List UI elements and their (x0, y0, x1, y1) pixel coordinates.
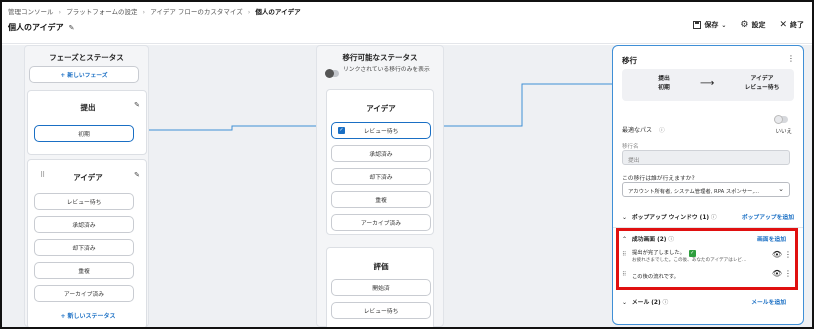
transition-name-field[interactable]: 提出 (622, 150, 790, 165)
edit-title-icon[interactable]: ✎ (69, 24, 75, 32)
info-icon: ⓘ (662, 300, 669, 306)
new-status-link[interactable]: + 新しいステータス (28, 311, 148, 320)
breadcrumb-item[interactable]: プラットフォームの設定 (66, 8, 137, 16)
status-pill-initial[interactable]: 初期 (34, 125, 134, 142)
linked-only-toggle-label: リンクされている移行のみを表示 (343, 67, 430, 73)
breadcrumb-separator-icon: › (58, 8, 62, 16)
target-status[interactable]: アーカイブ済み (331, 214, 431, 231)
add-mail-button[interactable]: メールを追加 (751, 297, 786, 306)
breadcrumb: 管理コンソール › プラットフォームの設定 › アイデア フローのカスタマイズ › 個… (8, 6, 303, 16)
to-status: レビュー待ち (744, 85, 780, 91)
linked-only-toggle[interactable] (325, 69, 339, 78)
optimal-path-row: 最適なパス ⓘ いいえ (622, 115, 794, 136)
checkbox-checked-icon[interactable]: ✓ (338, 127, 345, 134)
target-group-title: 評価 (373, 262, 389, 271)
breadcrumb-separator-icon: › (247, 8, 251, 16)
popup-section-row: ⌄ ポップアップ ウィンドウ (1) ⓘ ポップアップを追加 (622, 212, 794, 221)
phase-card-idea: ⠿ アイデア ✎ レビュー待ち 承認済み 却下済み 重複 アーカイブ済み + 新… (27, 159, 147, 327)
transition-name-label: 移行名 (622, 144, 639, 150)
phase-title: アイデア (73, 173, 103, 182)
arrow-right-icon: ⟶ (700, 78, 715, 89)
settings-button[interactable]: ⚙ 設定 (740, 20, 765, 30)
optimal-path-toggle[interactable] (774, 115, 788, 124)
close-icon: ✕ (779, 20, 787, 30)
info-icon: ⓘ (710, 215, 717, 221)
more-options-icon[interactable]: ⋮ (787, 54, 795, 63)
toolbar: 保存 ⌄ ⚙ 設定 ✕ 終了 (693, 20, 804, 30)
edit-phase-icon[interactable]: ✎ (134, 171, 140, 179)
page-title-row: 個人のアイデア ✎ (8, 22, 74, 33)
target-group-idea: アイデア ✓ レビュー待ち 承認済み 却下済み 重複 アーカイブ済み (326, 89, 434, 235)
breadcrumb-separator-icon: › (142, 8, 146, 16)
linked-only-toggle-row: リンクされている移行のみを表示 (325, 66, 433, 78)
optimal-path-label: 最適なパス (622, 127, 653, 134)
status-pill[interactable]: アーカイブ済み (34, 285, 134, 302)
target-status[interactable]: 重複 (331, 191, 431, 208)
add-popup-button[interactable]: ポップアップを追加 (742, 212, 794, 221)
page-title: 個人のアイデア (8, 23, 64, 32)
phase-card-submit: 提出 ✎ 初期 (27, 90, 147, 155)
save-icon (693, 21, 702, 29)
target-status[interactable]: 承認済み (331, 145, 431, 162)
from-status: 初期 (658, 85, 670, 91)
phases-column: フェーズとステータス + 新しいフェーズ 提出 ✎ 初期 ⠿ アイデア ✎ レビ… (24, 45, 149, 327)
transition-targets-title: 移行可能なステータス (342, 53, 418, 62)
who-select[interactable]: アカウント所有者, システム管理者, RPA スポンサー,... ⌄ (622, 182, 790, 197)
phases-column-title: フェーズとステータス (49, 53, 124, 62)
close-button[interactable]: ✕ 終了 (779, 20, 804, 30)
panel-title: 移行 (622, 56, 637, 65)
save-button[interactable]: 保存 ⌄ (693, 20, 726, 30)
target-status[interactable]: レビュー待ち (331, 302, 431, 319)
status-pill[interactable]: レビュー待ち (34, 193, 134, 210)
status-pill[interactable]: 承認済み (34, 216, 134, 233)
new-phase-button[interactable]: + 新しいフェーズ (29, 66, 139, 83)
target-status[interactable]: 却下済み (331, 168, 431, 185)
status-pill[interactable]: 却下済み (34, 239, 134, 256)
chevron-down-icon[interactable]: ⌄ (622, 214, 627, 221)
chevron-down-icon: ⌄ (778, 185, 784, 193)
breadcrumb-item[interactable]: アイデア フローのカスタマイズ (150, 8, 243, 16)
from-phase: 提出 (658, 76, 670, 82)
to-phase: アイデア (750, 76, 774, 82)
info-icon: ⓘ (659, 128, 665, 134)
breadcrumb-item[interactable]: 管理コンソール (8, 8, 54, 16)
target-group-title: アイデア (366, 104, 396, 113)
transition-summary: 提出 初期 ⟶ アイデア レビュー待ち (622, 69, 794, 101)
target-status[interactable]: 開始済 (331, 279, 431, 296)
chevron-down-icon: ⌄ (721, 21, 727, 29)
target-status-pending-review[interactable]: ✓ レビュー待ち (331, 122, 431, 139)
popup-section-label: ポップアップ ウィンドウ (1) (631, 215, 710, 221)
target-group-evaluation: 評価 開始済 レビュー待ち (326, 247, 434, 327)
chevron-down-icon[interactable]: ⌄ (622, 299, 627, 306)
mail-section-label: メール (2) (631, 300, 661, 306)
edit-phase-icon[interactable]: ✎ (134, 101, 140, 109)
phase-title: 提出 (80, 103, 96, 112)
optimal-path-value: いいえ (775, 129, 792, 135)
status-pill[interactable]: 重複 (34, 262, 134, 279)
top-bar: 管理コンソール › プラットフォームの設定 › アイデア フローのカスタマイズ › 個… (2, 2, 812, 44)
gear-icon: ⚙ (740, 20, 749, 30)
who-label: この移行は誰が行えますか? (622, 176, 695, 182)
mail-section-row: ⌄ メール (2) ⓘ メールを追加 (622, 297, 794, 306)
success-section-highlight-box (616, 228, 798, 290)
breadcrumb-current: 個人のアイデア (255, 8, 301, 16)
transition-targets-column: 移行可能なステータス リンクされている移行のみを表示 アイデア ✓ レビュー待ち… (316, 45, 444, 327)
